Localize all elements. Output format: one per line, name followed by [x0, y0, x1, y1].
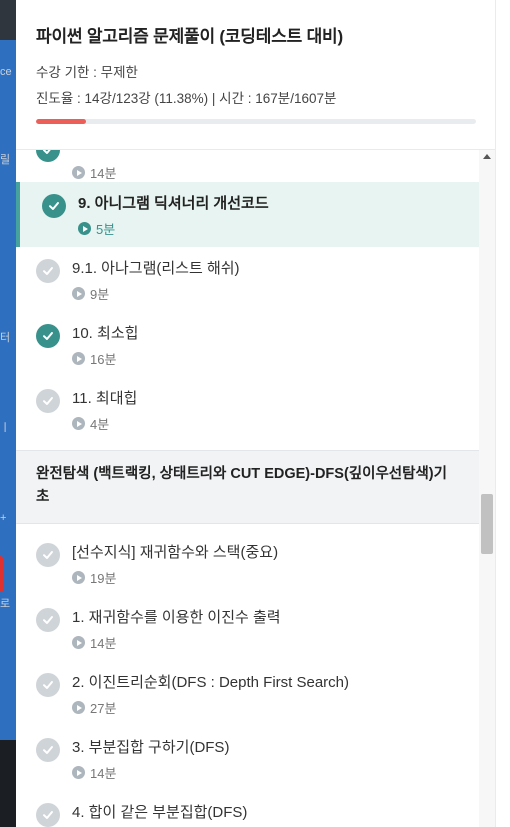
- completed-check-icon: [36, 324, 60, 348]
- lecture-duration: 14분: [72, 633, 116, 652]
- lecture-duration-text: 16분: [90, 352, 117, 367]
- curriculum-panel: 파이썬 알고리즘 문제풀이 (코딩테스트 대비) 수강 기한 : 무제한 진도율…: [16, 0, 495, 827]
- play-icon: [72, 636, 85, 649]
- course-period: 수강 기한 : 무제한: [36, 65, 138, 80]
- list-scrollbar[interactable]: [479, 150, 495, 827]
- lecture-title: 4. 합이 같은 부분집합(DFS): [72, 804, 248, 821]
- incomplete-check-icon: [36, 543, 60, 567]
- lecture-item[interactable]: 10. 최소힙 16분: [16, 312, 479, 377]
- lecture-item-active[interactable]: 9. 아니그램 딕셔너리 개선코드 5분: [16, 182, 479, 247]
- lecture-item[interactable]: 2. 이진트리순회(DFS : Depth First Search) 27분: [16, 661, 479, 726]
- lecture-duration: 27분: [72, 698, 116, 717]
- lecture-item[interactable]: 1. 재귀함수를 이용한 이진수 출력 14분: [16, 596, 479, 661]
- lecture-duration: 14분: [72, 163, 116, 182]
- lecture-duration: 9분: [72, 284, 109, 303]
- lecture-duration-text: 5분: [96, 222, 116, 237]
- play-icon: [72, 287, 85, 300]
- lecture-duration: 5분: [78, 219, 115, 238]
- lecture-duration: 16분: [72, 349, 116, 368]
- lecture-duration: 19분: [72, 568, 116, 587]
- course-progress-bar: [36, 119, 476, 124]
- play-icon: [78, 222, 91, 235]
- course-header: 파이썬 알고리즘 문제풀이 (코딩테스트 대비) 수강 기한 : 무제한 진도율…: [16, 0, 495, 150]
- background-text: ㅣ: [0, 422, 11, 434]
- lecture-duration-text: 14분: [90, 766, 117, 781]
- lecture-title: 2. 이진트리순회(DFS : Depth First Search): [72, 674, 350, 691]
- section-title: 완전탐색 (백트랙킹, 상태트리와 CUT EDGE)-DFS(깊이우선탐색)기…: [36, 466, 447, 505]
- lecture-duration: 4분: [72, 414, 109, 433]
- play-icon: [72, 701, 85, 714]
- lecture-item[interactable]: 3. 부분집합 구하기(DFS) 14분: [16, 726, 479, 791]
- incomplete-check-icon: [36, 738, 60, 762]
- play-icon: [72, 571, 85, 584]
- incomplete-check-icon: [36, 259, 60, 283]
- background-text: 로: [0, 598, 11, 610]
- lecture-title: 10. 최소힙: [72, 325, 139, 342]
- incomplete-check-icon: [36, 803, 60, 827]
- lecture-title: 11. 최대힙: [72, 390, 138, 407]
- lecture-list: 14분 9. 아니그램 딕셔너리 개선코드 5분 9.1. 아나그램(리스트 해…: [16, 150, 479, 827]
- background-red-button[interactable]: [0, 556, 4, 592]
- background-text: 릴: [0, 154, 11, 166]
- lecture-item[interactable]: [선수지식] 재귀함수와 스택(중요) 19분: [16, 531, 479, 596]
- scrollbar-thumb[interactable]: [481, 494, 493, 554]
- background-bottom: [0, 740, 16, 827]
- lecture-title: [선수지식] 재귀함수와 스택(중요): [72, 544, 279, 561]
- play-icon: [72, 166, 85, 179]
- completed-check-icon: [36, 150, 60, 162]
- background-page-strip: ce 릴 터 ㅣ + 로: [0, 0, 16, 827]
- play-icon: [72, 766, 85, 779]
- background-text: +: [0, 512, 7, 524]
- lecture-duration-text: 14분: [90, 166, 117, 181]
- lecture-item[interactable]: 4. 합이 같은 부분집합(DFS): [16, 791, 479, 827]
- lecture-title: 1. 재귀함수를 이용한 이진수 출력: [72, 609, 281, 626]
- lecture-title: 9.1. 아나그램(리스트 해쉬): [72, 260, 240, 277]
- background-blue-area: [0, 40, 16, 740]
- section-header[interactable]: 완전탐색 (백트랙킹, 상태트리와 CUT EDGE)-DFS(깊이우선탐색)기…: [16, 450, 479, 524]
- play-icon: [72, 352, 85, 365]
- lecture-duration-text: 14분: [90, 636, 117, 651]
- lecture-duration-text: 27분: [90, 701, 117, 716]
- lecture-duration-text: 9분: [90, 287, 110, 302]
- background-text: 터: [0, 332, 11, 344]
- lecture-duration-text: 19분: [90, 571, 117, 586]
- lecture-item[interactable]: 11. 최대힙 4분: [16, 377, 479, 442]
- completed-check-icon: [42, 194, 66, 218]
- play-icon: [72, 417, 85, 430]
- course-title: 파이썬 알고리즘 문제풀이 (코딩테스트 대비): [36, 27, 343, 46]
- background-text: ce: [0, 66, 12, 78]
- incomplete-check-icon: [36, 608, 60, 632]
- right-gutter: [495, 0, 510, 827]
- background-topbar: [0, 0, 16, 40]
- course-progress-text: 진도율 : 14강/123강 (11.38%) | 시간 : 167분/1607…: [36, 91, 337, 106]
- incomplete-check-icon: [36, 389, 60, 413]
- scroll-up-arrow-icon[interactable]: [483, 154, 491, 159]
- incomplete-check-icon: [36, 673, 60, 697]
- lecture-title: 3. 부분집합 구하기(DFS): [72, 739, 230, 756]
- lecture-item[interactable]: 9.1. 아나그램(리스트 해쉬) 9분: [16, 247, 479, 312]
- course-progress-fill: [36, 119, 87, 124]
- lecture-duration-text: 4분: [90, 417, 110, 432]
- lecture-title: 9. 아니그램 딕셔너리 개선코드: [78, 195, 269, 212]
- lecture-duration: 14분: [72, 763, 116, 782]
